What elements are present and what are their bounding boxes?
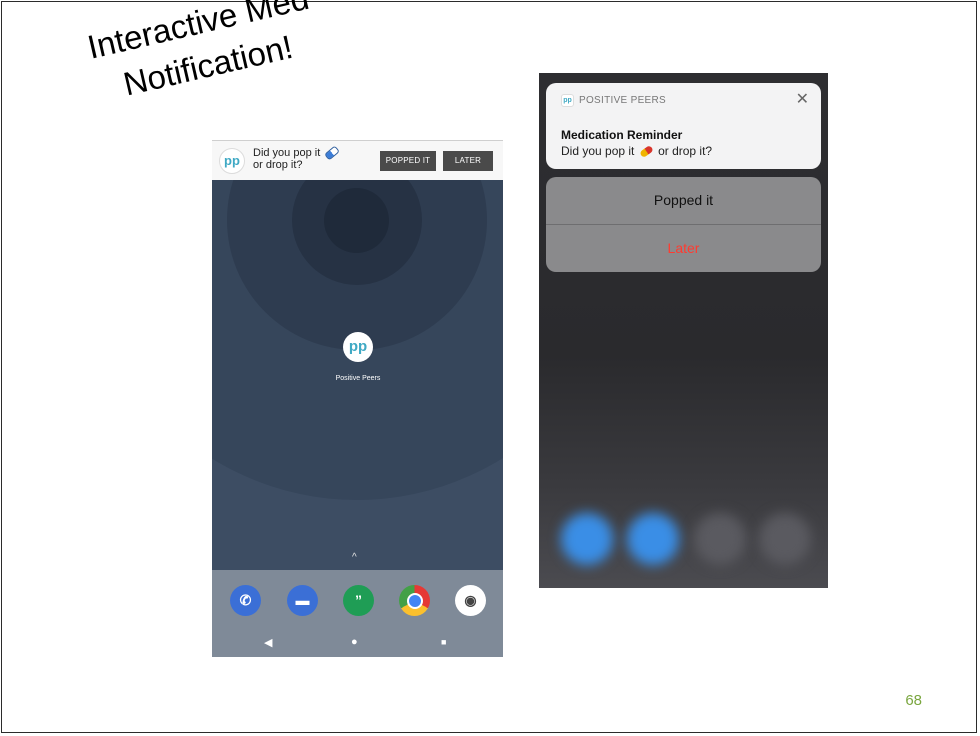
ios-actions: Popped it Later	[546, 177, 821, 272]
blurred-app-icon	[627, 513, 679, 565]
ios-notification-card[interactable]: pp POSITIVE PEERS ✕ Medication Reminder …	[546, 83, 821, 169]
later-button[interactable]: LATER	[443, 151, 493, 171]
phone-icon[interactable]: ✆	[230, 585, 261, 616]
close-icon[interactable]: ✕	[796, 89, 809, 109]
app-drawer-chevron-icon[interactable]: ^	[352, 552, 357, 563]
blurred-app-icon	[694, 513, 746, 565]
notification-title: Medication Reminder	[561, 128, 683, 142]
notification-text: Did you pop it or drop it?	[253, 145, 381, 171]
pill-icon	[324, 145, 341, 161]
blurred-app-icon	[759, 513, 811, 565]
chrome-icon[interactable]	[399, 585, 430, 616]
hangouts-icon[interactable]: ”	[343, 585, 374, 616]
body-part-2: or drop it?	[658, 144, 713, 158]
app-logo: pp	[561, 94, 574, 107]
notification-body: Did you pop it or drop it?	[561, 144, 713, 159]
back-icon[interactable]: ◀	[264, 636, 272, 649]
popped-it-button[interactable]: POPPED IT	[380, 151, 436, 171]
body-part-1: Did you pop it	[561, 144, 635, 158]
popped-it-action[interactable]: Popped it	[546, 177, 821, 224]
ios-app-name: POSITIVE PEERS	[579, 95, 667, 106]
later-action[interactable]: Later	[546, 225, 821, 272]
app-label: Positive Peers	[335, 375, 381, 382]
camera-icon[interactable]: ◉	[455, 585, 486, 616]
notification-line-2: or drop it?	[253, 159, 303, 171]
page-number: 68	[905, 692, 922, 709]
messages-icon[interactable]: ▬	[287, 585, 318, 616]
dock: ✆ ▬ ” ◉ ◀ ● ■	[212, 570, 503, 657]
android-screenshot: pp Did you pop it or drop it? POPPED IT …	[212, 140, 503, 657]
positive-peers-app-icon[interactable]: pp	[343, 332, 373, 362]
android-notification[interactable]: pp Did you pop it or drop it? POPPED IT …	[212, 140, 503, 180]
recents-icon[interactable]: ■	[441, 637, 446, 647]
pill-icon	[638, 145, 654, 159]
notification-line-1: Did you pop it	[253, 147, 321, 159]
ios-screenshot: pp POSITIVE PEERS ✕ Medication Reminder …	[539, 73, 828, 588]
app-logo: pp	[219, 148, 245, 174]
blurred-app-icon	[561, 513, 613, 565]
home-icon[interactable]: ●	[351, 636, 358, 648]
